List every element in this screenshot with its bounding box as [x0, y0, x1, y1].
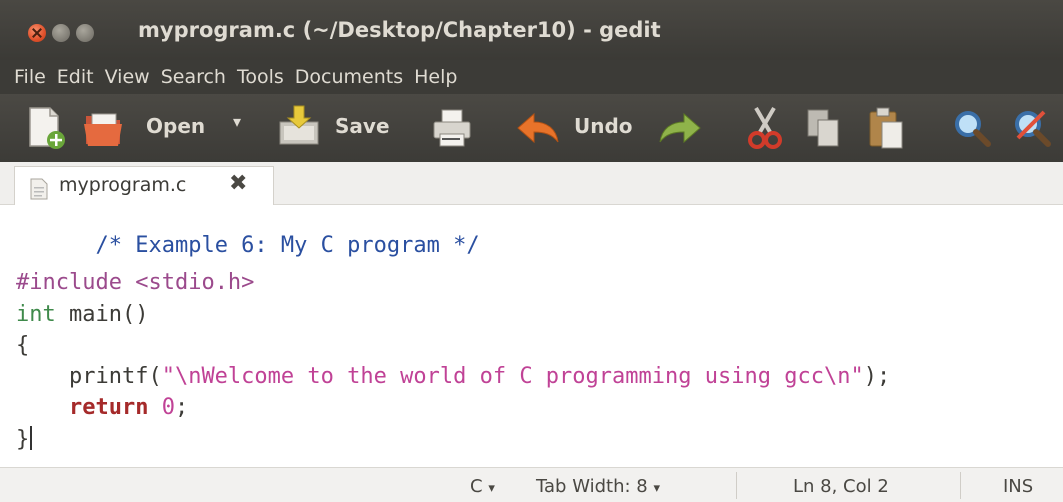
undo-icon	[517, 112, 559, 144]
type-keyword: int	[16, 302, 56, 327]
paste-button[interactable]	[868, 106, 904, 154]
menu-view[interactable]: View	[91, 66, 150, 88]
window-title: myprogram.c (~/Desktop/Chapter10) - gedi…	[138, 18, 661, 42]
minimize-window-button[interactable]	[52, 24, 70, 42]
include-header: <stdio.h>	[135, 270, 255, 295]
undo-label[interactable]: Undo	[574, 114, 633, 138]
tab-width-value: Tab Width: 8	[536, 476, 648, 497]
open-button[interactable]	[82, 106, 126, 154]
new-button[interactable]	[26, 106, 66, 154]
code-line-7: return 0;	[16, 395, 188, 420]
close-brace: }	[16, 427, 30, 452]
language-selector[interactable]: C ▾	[470, 476, 495, 497]
code-line-5: {	[16, 333, 29, 358]
language-dropdown-icon: ▾	[488, 481, 495, 496]
printf-call: printf(	[16, 364, 162, 389]
return-keyword: return	[68, 395, 149, 420]
save-icon	[279, 105, 319, 145]
copy-button[interactable]	[806, 108, 842, 152]
undo-button[interactable]	[516, 112, 560, 150]
code-line-3: #include <stdio.h>	[16, 270, 254, 295]
tab-width-selector[interactable]: Tab Width: 8 ▾	[536, 476, 660, 497]
status-divider	[736, 472, 737, 499]
string-literal: "\nWelcome to the world of C programming…	[161, 364, 864, 389]
statement-end: );	[863, 364, 891, 389]
cut-button[interactable]	[748, 106, 782, 154]
preprocessor-directive: #include	[16, 270, 122, 295]
menu-search[interactable]: Search	[147, 66, 226, 88]
menu-file[interactable]: File	[0, 66, 46, 88]
menu-bar: File Edit View Search Tools Documents He…	[0, 60, 1063, 94]
print-icon	[433, 109, 471, 147]
status-divider	[960, 472, 961, 499]
find-icon	[955, 111, 991, 147]
open-label[interactable]: Open	[146, 114, 205, 138]
menu-tools[interactable]: Tools	[223, 66, 284, 88]
find-replace-button[interactable]	[1012, 108, 1052, 152]
menu-help[interactable]: Help	[400, 66, 457, 88]
code-editor[interactable]: /* Example 6: My C program */ #include <…	[0, 205, 1063, 467]
code-line-6: printf("\nWelcome to the world of C prog…	[16, 364, 890, 389]
text-cursor	[30, 426, 33, 450]
save-label[interactable]: Save	[335, 114, 390, 138]
tab-myprogram[interactable]: myprogram.c ✖	[14, 166, 274, 205]
redo-icon	[659, 112, 701, 144]
cursor-position: Ln 8, Col 2	[793, 476, 889, 497]
print-button[interactable]	[432, 108, 474, 152]
code-line-8: }	[16, 426, 33, 452]
open-brace: {	[16, 333, 30, 358]
return-value: 0	[161, 395, 175, 420]
menu-edit[interactable]: Edit	[43, 66, 94, 88]
open-folder-icon	[84, 113, 122, 146]
menu-documents[interactable]: Documents	[281, 66, 403, 88]
tab-width-dropdown-icon: ▾	[653, 481, 660, 496]
paste-icon	[869, 107, 903, 149]
title-bar[interactable]: myprogram.c (~/Desktop/Chapter10) - gedi…	[0, 0, 1063, 60]
close-window-button[interactable]	[28, 24, 46, 42]
cut-icon	[748, 106, 782, 149]
gedit-window: myprogram.c (~/Desktop/Chapter10) - gedi…	[0, 0, 1063, 502]
open-recent-dropdown[interactable]: ▾	[233, 112, 241, 131]
document-tab-bar: myprogram.c ✖	[0, 162, 1063, 205]
new-document-icon	[29, 107, 65, 149]
statement-end: ;	[174, 395, 189, 420]
text-file-icon	[30, 178, 48, 200]
insert-mode: INS	[1003, 476, 1034, 497]
save-button[interactable]	[276, 104, 322, 152]
find-button[interactable]	[952, 108, 992, 152]
status-bar: C ▾ Tab Width: 8 ▾ Ln 8, Col 2 INS	[0, 467, 1063, 502]
toolbar: Open ▾ Save Undo	[0, 94, 1063, 162]
function-signature: main()	[55, 302, 149, 327]
copy-icon	[807, 109, 839, 147]
redo-button[interactable]	[658, 112, 702, 150]
code-line-4: int main()	[16, 302, 148, 327]
find-replace-icon	[1015, 110, 1051, 147]
close-tab-icon[interactable]: ✖	[229, 171, 247, 196]
tab-label: myprogram.c	[59, 174, 187, 196]
comment: /* Example 6: My C program */	[95, 233, 480, 258]
language-value: C	[470, 476, 483, 497]
maximize-window-button[interactable]	[76, 24, 94, 42]
